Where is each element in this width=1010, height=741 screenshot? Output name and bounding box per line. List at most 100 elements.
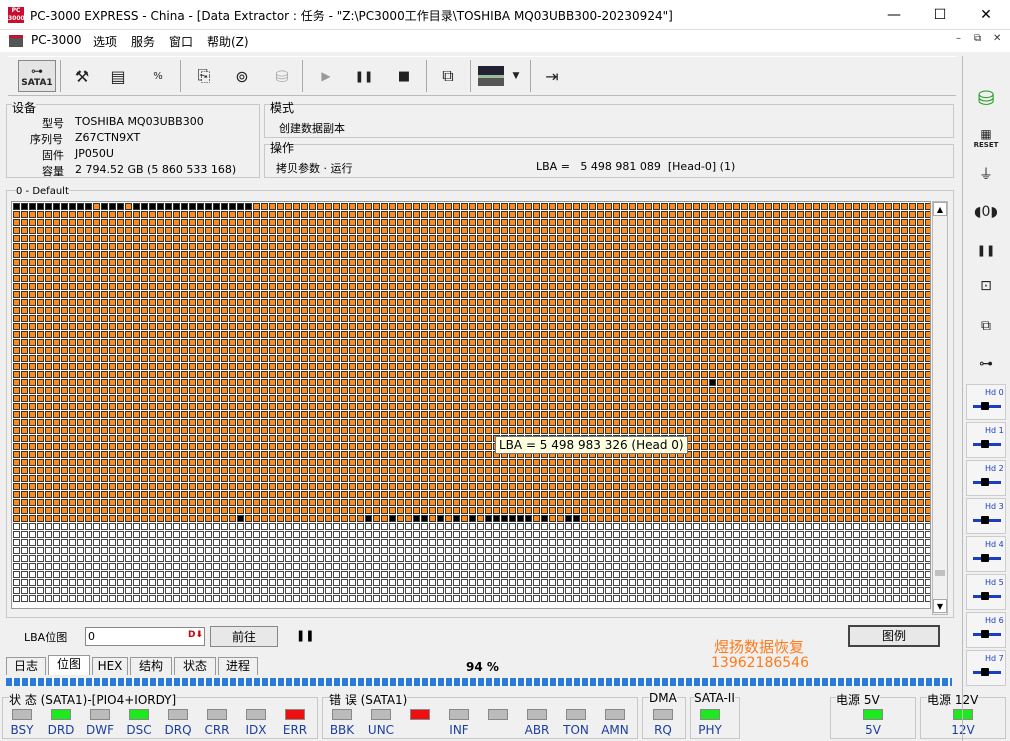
block-cell	[237, 307, 244, 314]
block-cell	[517, 515, 524, 522]
block-cell	[853, 387, 860, 394]
block-cell	[805, 491, 812, 498]
block-cell	[469, 219, 476, 226]
block-cell	[605, 419, 612, 426]
block-cell	[301, 267, 308, 274]
tools-icon[interactable]: ⚒	[66, 60, 98, 92]
block-cell	[421, 259, 428, 266]
block-cell	[389, 347, 396, 354]
block-cell	[197, 523, 204, 530]
block-cell	[757, 291, 764, 298]
block-cell	[597, 419, 604, 426]
block-cell	[877, 411, 884, 418]
menu-options[interactable]: 选项	[93, 33, 117, 50]
maximize-button[interactable]: ☐	[917, 0, 963, 30]
block-cell	[357, 203, 364, 210]
block-cell	[245, 323, 252, 330]
block-cell	[213, 403, 220, 410]
mdi-close-button[interactable]: ✕	[993, 33, 1001, 44]
block-cell	[573, 315, 580, 322]
block-cell	[813, 291, 820, 298]
close-button[interactable]: ✕	[963, 0, 1009, 30]
block-cell	[501, 355, 508, 362]
block-cell	[413, 243, 420, 250]
block-cell	[421, 283, 428, 290]
bios-icon[interactable]: ▤	[102, 60, 134, 92]
block-cell	[757, 531, 764, 538]
minimize-button[interactable]: —	[871, 0, 917, 30]
block-cell	[245, 379, 252, 386]
block-map[interactable]	[11, 201, 931, 609]
block-cell	[829, 299, 836, 306]
block-cell	[421, 315, 428, 322]
pause-icon[interactable]: ❚❚	[348, 60, 380, 92]
block-cell	[557, 539, 564, 546]
stop-icon[interactable]: ■	[388, 60, 420, 92]
block-cell	[613, 499, 620, 506]
block-cell	[517, 363, 524, 370]
mdi-minimize-button[interactable]: –	[956, 33, 961, 44]
block-cell	[853, 491, 860, 498]
block-cell	[573, 475, 580, 482]
block-cell	[77, 515, 84, 522]
mdi-restore-button[interactable]: ⧉	[974, 33, 981, 44]
block-cell	[109, 507, 116, 514]
menu-pc3000[interactable]: PC-3000	[31, 33, 81, 47]
block-cell	[661, 379, 668, 386]
block-cell	[789, 363, 796, 370]
block-cell	[133, 235, 140, 242]
play-icon[interactable]: ▶	[310, 60, 342, 92]
block-cell	[421, 275, 428, 282]
block-cell	[501, 331, 508, 338]
block-cell	[437, 443, 444, 450]
block-cell	[765, 243, 772, 250]
device-info-icon[interactable]: ⎘	[188, 60, 220, 92]
block-cell	[173, 315, 180, 322]
block-cell	[797, 363, 804, 370]
block-cell	[613, 387, 620, 394]
menu-window[interactable]: 窗口	[169, 33, 193, 50]
copy-icon[interactable]: ⧉	[432, 60, 464, 92]
binoculars-icon[interactable]: ⊚	[226, 60, 258, 92]
block-cell	[677, 475, 684, 482]
block-cell	[677, 203, 684, 210]
menu-service[interactable]: 服务	[131, 33, 155, 50]
block-cell	[189, 235, 196, 242]
block-cell	[765, 331, 772, 338]
block-cell	[141, 371, 148, 378]
disk-icon[interactable]: ⛁	[266, 60, 298, 92]
exit-icon[interactable]: ⇥	[536, 60, 568, 92]
block-cell	[421, 451, 428, 458]
dropdown-icon[interactable]: ▼	[506, 60, 526, 92]
block-cell	[21, 355, 28, 362]
sata-button[interactable]: ⊶ SATA1	[18, 60, 56, 92]
block-cell	[725, 251, 732, 258]
block-cell	[557, 251, 564, 258]
screen-icon[interactable]	[478, 66, 504, 86]
block-cell	[53, 435, 60, 442]
percent-icon[interactable]: %	[142, 60, 174, 92]
block-cell	[509, 459, 516, 466]
block-cell	[333, 331, 340, 338]
block-cell	[317, 259, 324, 266]
block-cell	[365, 363, 372, 370]
block-cell	[429, 227, 436, 234]
block-cell	[461, 435, 468, 442]
menu-help[interactable]: 帮助(Z)	[207, 33, 249, 50]
block-cell	[733, 363, 740, 370]
block-cell	[925, 227, 930, 234]
block-cell	[701, 443, 708, 450]
block-cell	[557, 515, 564, 522]
block-cell	[365, 507, 372, 514]
block-cell	[813, 267, 820, 274]
block-cell	[837, 467, 844, 474]
block-cell	[797, 483, 804, 490]
block-cell	[53, 419, 60, 426]
block-cell	[245, 355, 252, 362]
block-cell	[829, 323, 836, 330]
block-cell	[781, 395, 788, 402]
block-cell	[85, 403, 92, 410]
block-cell	[765, 419, 772, 426]
block-cell	[845, 323, 852, 330]
block-cell	[605, 347, 612, 354]
